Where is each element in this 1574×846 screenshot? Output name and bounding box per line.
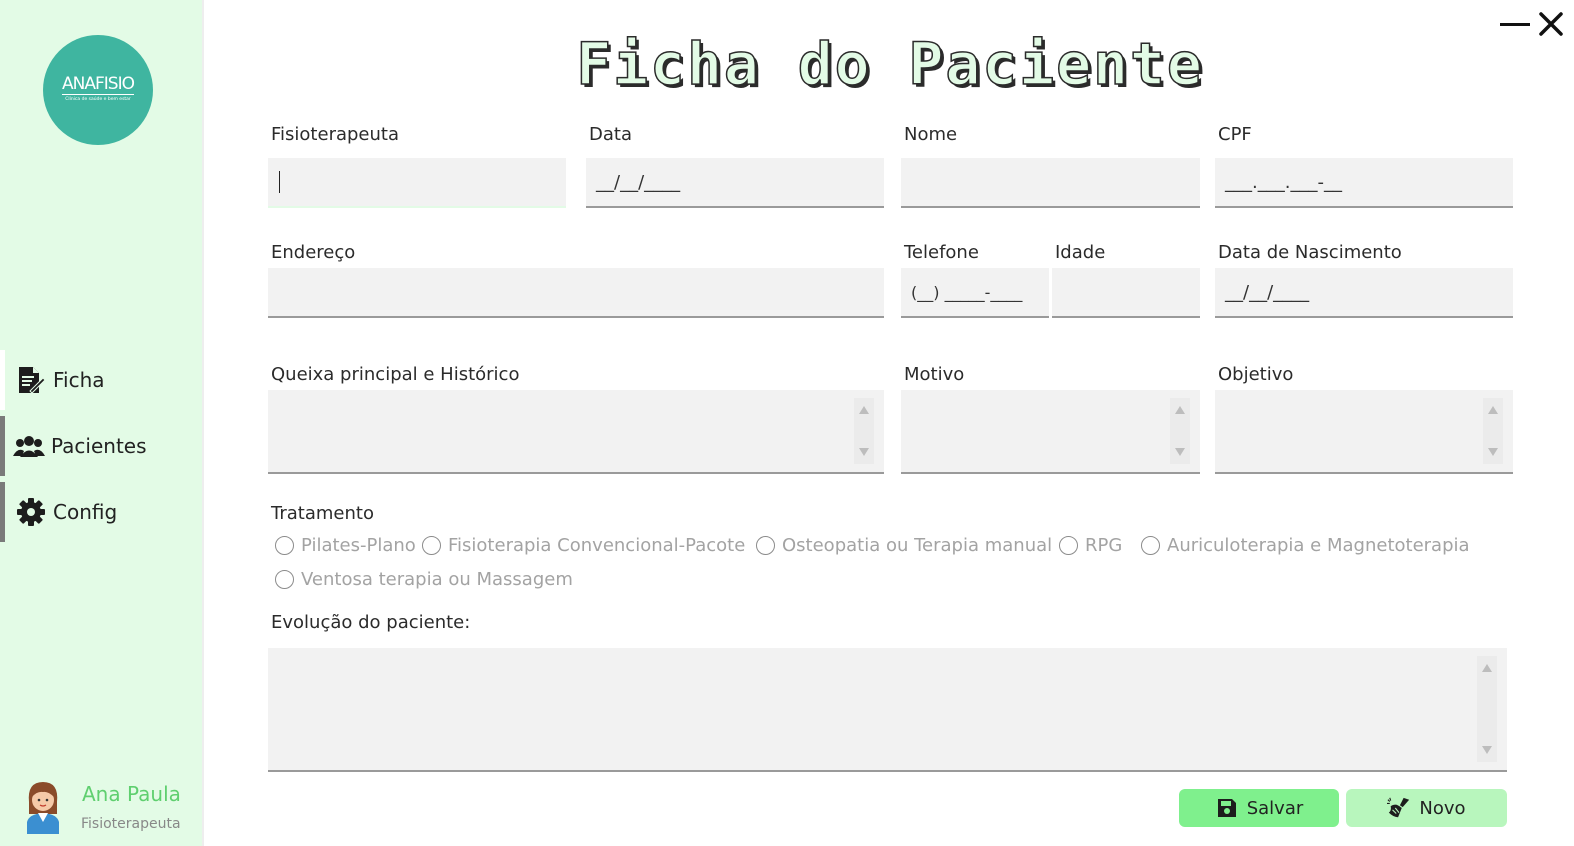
nav-indicator: [0, 482, 5, 542]
queixa-textarea[interactable]: [268, 390, 884, 474]
save-button-label: Salvar: [1246, 797, 1304, 819]
active-indicator: [0, 350, 5, 410]
cpf-label: CPF: [1218, 124, 1252, 145]
scroll-up-icon[interactable]: [1488, 406, 1498, 414]
radio-pilates-plano[interactable]: Pilates-Plano: [275, 535, 416, 556]
text-caret: [279, 171, 280, 193]
cpf-value: ___.___.___-__: [1225, 171, 1342, 193]
sidebar-item-pacientes[interactable]: Pacientes: [0, 416, 204, 476]
new-button-label: Novo: [1419, 797, 1466, 819]
scrollbar[interactable]: [1170, 398, 1190, 464]
telefone-label: Telefone: [904, 242, 979, 263]
radio-circle[interactable]: [1059, 536, 1078, 555]
idade-field[interactable]: [1052, 268, 1200, 318]
evolucao-label: Evolução do paciente:: [271, 612, 471, 633]
radio-label: Pilates-Plano: [301, 535, 416, 556]
user-profile: Ana Paula Fisioterapeuta: [20, 778, 200, 838]
radio-fisioterapia-convencional[interactable]: Fisioterapia Convencional-Pacote: [422, 535, 745, 556]
user-role: Fisioterapeuta: [81, 816, 181, 832]
nav-indicator: [0, 416, 5, 476]
telefone-value: (__) _____-____: [911, 282, 1023, 302]
floppy-disk-icon: [1215, 796, 1239, 820]
logo-tagline: Clínica de saúde e bem estar: [65, 97, 131, 102]
scroll-down-icon[interactable]: [1482, 746, 1492, 754]
document-edit-icon: [15, 364, 47, 396]
broom-icon: [1387, 796, 1411, 820]
sidebar-item-label: Config: [53, 500, 118, 524]
clinic-logo: ANAFISIO Clínica de saúde e bem estar: [43, 35, 153, 145]
radio-label: Osteopatia ou Terapia manual: [782, 535, 1053, 556]
objetivo-label: Objetivo: [1218, 364, 1294, 385]
nome-label: Nome: [904, 124, 958, 145]
radio-circle[interactable]: [1141, 536, 1160, 555]
evolucao-textarea[interactable]: [268, 648, 1507, 772]
objetivo-textarea[interactable]: [1215, 390, 1513, 474]
sidebar-item-label: Ficha: [53, 368, 105, 392]
radio-label: RPG: [1085, 535, 1123, 556]
fisioterapeuta-label: Fisioterapeuta: [271, 124, 399, 145]
radio-osteopatia[interactable]: Osteopatia ou Terapia manual: [756, 535, 1052, 556]
telefone-field[interactable]: (__) _____-____: [901, 268, 1049, 318]
radio-circle[interactable]: [275, 536, 294, 555]
sidebar-item-ficha[interactable]: Ficha: [0, 350, 204, 410]
motivo-textarea[interactable]: [901, 390, 1200, 474]
endereco-field[interactable]: [268, 268, 884, 318]
scroll-up-icon[interactable]: [859, 406, 869, 414]
users-icon: [13, 430, 45, 462]
nome-field[interactable]: [901, 158, 1200, 208]
radio-rpg[interactable]: RPG: [1059, 535, 1122, 556]
radio-ventosa[interactable]: Ventosa terapia ou Massagem: [275, 569, 573, 590]
motivo-label: Motivo: [904, 364, 965, 385]
radio-label: Fisioterapia Convencional-Pacote: [448, 535, 746, 556]
scroll-up-icon[interactable]: [1175, 406, 1185, 414]
nascimento-value: __/__/____: [1225, 281, 1310, 303]
queixa-label: Queixa principal e Histórico: [271, 364, 520, 385]
avatar: [23, 780, 63, 834]
tratamento-label: Tratamento: [271, 503, 374, 524]
sidebar-item-config[interactable]: Config: [0, 482, 204, 542]
fisioterapeuta-field[interactable]: [268, 158, 566, 208]
radio-circle[interactable]: [422, 536, 441, 555]
radio-label: Ventosa terapia ou Massagem: [301, 569, 573, 590]
idade-label: Idade: [1055, 242, 1106, 263]
scroll-down-icon[interactable]: [859, 448, 869, 456]
sidebar: ANAFISIO Clínica de saúde e bem estar Fi…: [0, 0, 204, 846]
scroll-down-icon[interactable]: [1175, 448, 1185, 456]
data-label: Data: [589, 124, 632, 145]
scroll-down-icon[interactable]: [1488, 448, 1498, 456]
endereco-label: Endereço: [271, 242, 356, 263]
radio-circle[interactable]: [275, 570, 294, 589]
logo-name: ANAFISIO: [62, 74, 135, 95]
scrollbar[interactable]: [1483, 398, 1503, 464]
minimize-icon[interactable]: [1500, 23, 1530, 26]
radio-auriculoterapia[interactable]: Auriculoterapia e Magnetoterapia: [1141, 535, 1470, 556]
sidebar-item-label: Pacientes: [51, 434, 147, 458]
user-name: Ana Paula: [82, 782, 181, 806]
data-value: __/__/____: [596, 171, 681, 193]
nascimento-field[interactable]: __/__/____: [1215, 268, 1513, 318]
gear-icon: [15, 496, 47, 528]
page-title: Ficha do Paciente: [575, 29, 1204, 99]
radio-circle[interactable]: [756, 536, 775, 555]
data-field[interactable]: __/__/____: [586, 158, 884, 208]
scrollbar[interactable]: [854, 398, 874, 464]
new-button[interactable]: Novo: [1346, 789, 1507, 827]
cpf-field[interactable]: ___.___.___-__: [1215, 158, 1513, 208]
save-button[interactable]: Salvar: [1179, 789, 1339, 827]
radio-label: Auriculoterapia e Magnetoterapia: [1167, 535, 1470, 556]
scroll-up-icon[interactable]: [1482, 664, 1492, 672]
nascimento-label: Data de Nascimento: [1218, 242, 1402, 263]
scrollbar[interactable]: [1477, 656, 1497, 762]
